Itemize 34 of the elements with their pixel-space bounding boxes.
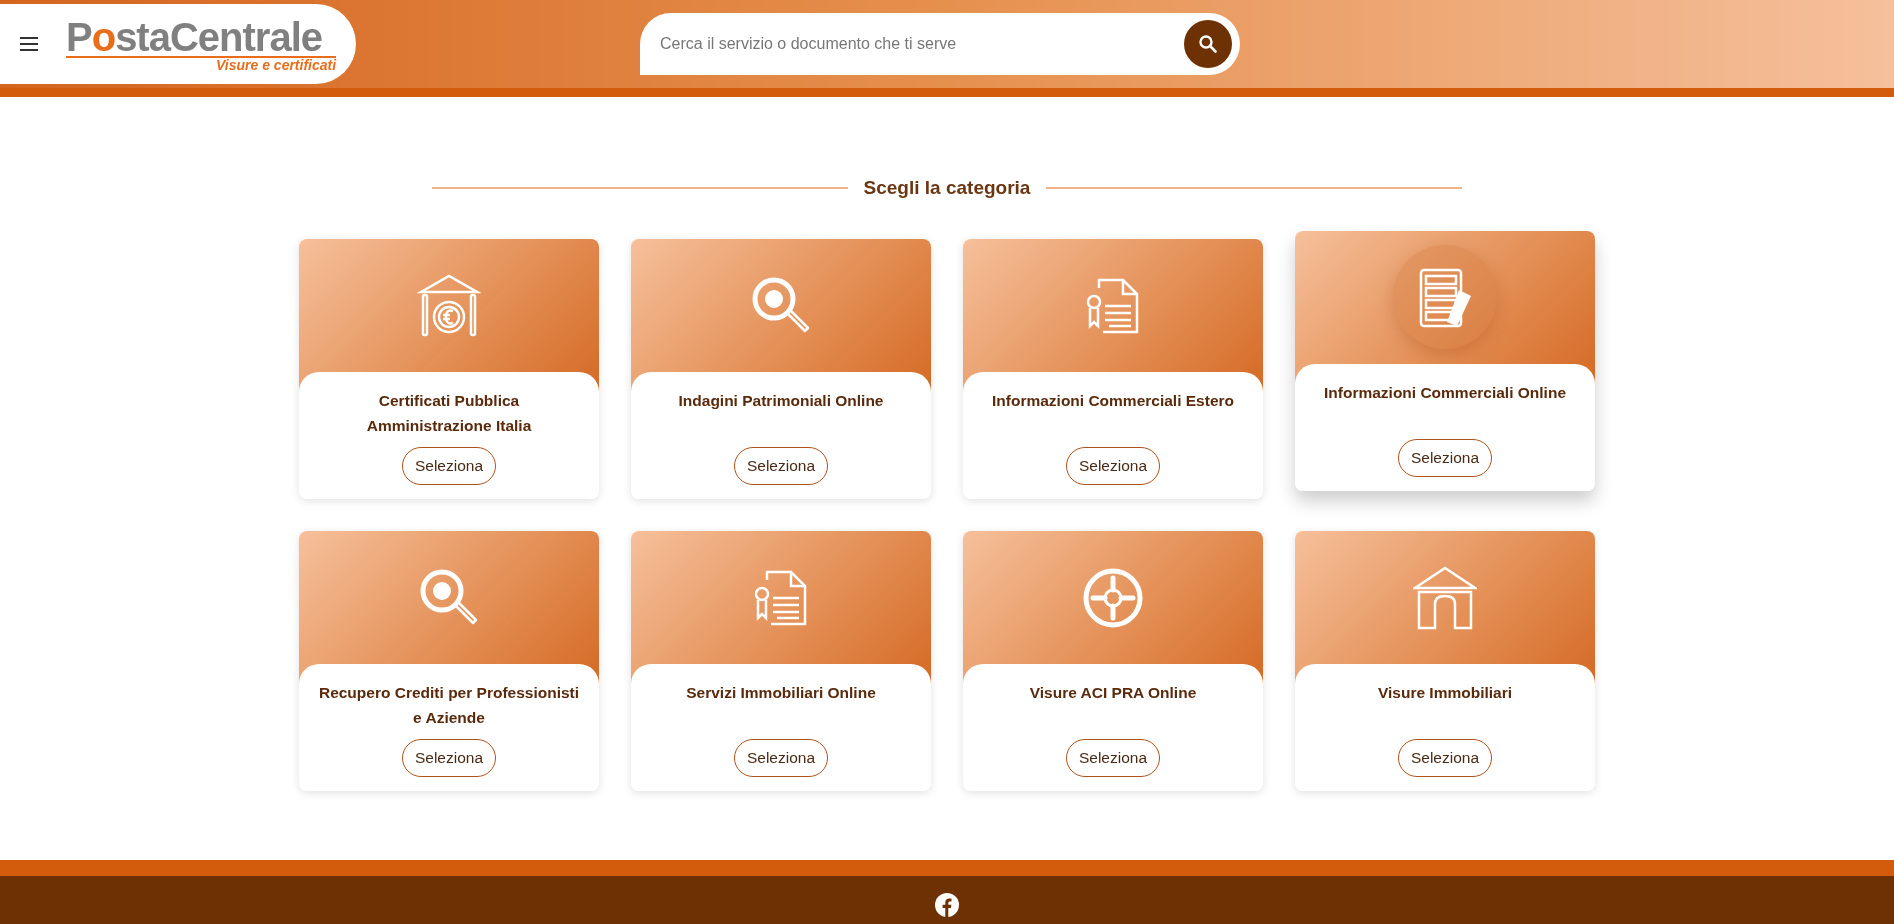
- category-card[interactable]: Visure Immobiliari Seleziona: [1295, 531, 1595, 791]
- bank-euro-icon: [417, 273, 481, 338]
- select-button[interactable]: Seleziona: [401, 739, 497, 777]
- category-card[interactable]: Visure ACI PRA Online Seleziona: [963, 531, 1263, 791]
- category-title: Recupero Crediti per Professionisti e Aziende: [317, 683, 581, 728]
- search-icon: [1198, 34, 1218, 54]
- category-card[interactable]: Informazioni Commerciali Estero Seleziona: [963, 239, 1263, 499]
- facebook-icon[interactable]: [935, 893, 959, 917]
- category-title: Visure Immobiliari: [1377, 683, 1513, 703]
- menu-icon[interactable]: [20, 37, 38, 51]
- category-card[interactable]: Indagini Patrimoniali Online Seleziona: [631, 239, 931, 499]
- select-button[interactable]: Seleziona: [1397, 739, 1493, 777]
- logo[interactable]: PostaCentrale Visure e certificati: [66, 16, 337, 72]
- house-icon: [1413, 565, 1477, 630]
- category-title: Certificati Pubblica Amministrazione Italia: [365, 391, 533, 436]
- select-button[interactable]: Seleziona: [401, 447, 497, 485]
- category-card[interactable]: Certificati Pubblica Amministrazione Italia Seleziona: [299, 239, 599, 499]
- category-title: Informazioni Commerciali Estero: [992, 391, 1234, 411]
- select-button[interactable]: Seleziona: [1065, 739, 1161, 777]
- search-field[interactable]: Cerca il servizio o documento che ti serve: [658, 34, 1184, 54]
- category-card[interactable]: Informazioni Commerciali Online Seleziona: [1295, 231, 1595, 491]
- section-title: Scegli la categoria: [863, 177, 1031, 199]
- category-title: Indagini Patrimoniali Online: [678, 391, 884, 411]
- category-title: Servizi Immobiliari Online: [686, 683, 876, 703]
- select-button[interactable]: Seleziona: [733, 447, 829, 485]
- category-card[interactable]: Servizi Immobiliari Online Seleziona: [631, 531, 931, 791]
- select-button[interactable]: Seleziona: [1065, 447, 1161, 485]
- select-button[interactable]: Seleziona: [733, 739, 829, 777]
- search-bar[interactable]: Cerca il servizio o documento che ti serve: [640, 13, 1240, 75]
- category-title: Visure ACI PRA Online: [1029, 683, 1197, 703]
- select-button[interactable]: Seleziona: [1397, 439, 1493, 477]
- search-button[interactable]: [1184, 20, 1232, 68]
- category-title: Informazioni Commerciali Online: [1324, 383, 1566, 403]
- category-card[interactable]: Recupero Crediti per Professionisti e Aziende Seleziona: [299, 531, 599, 791]
